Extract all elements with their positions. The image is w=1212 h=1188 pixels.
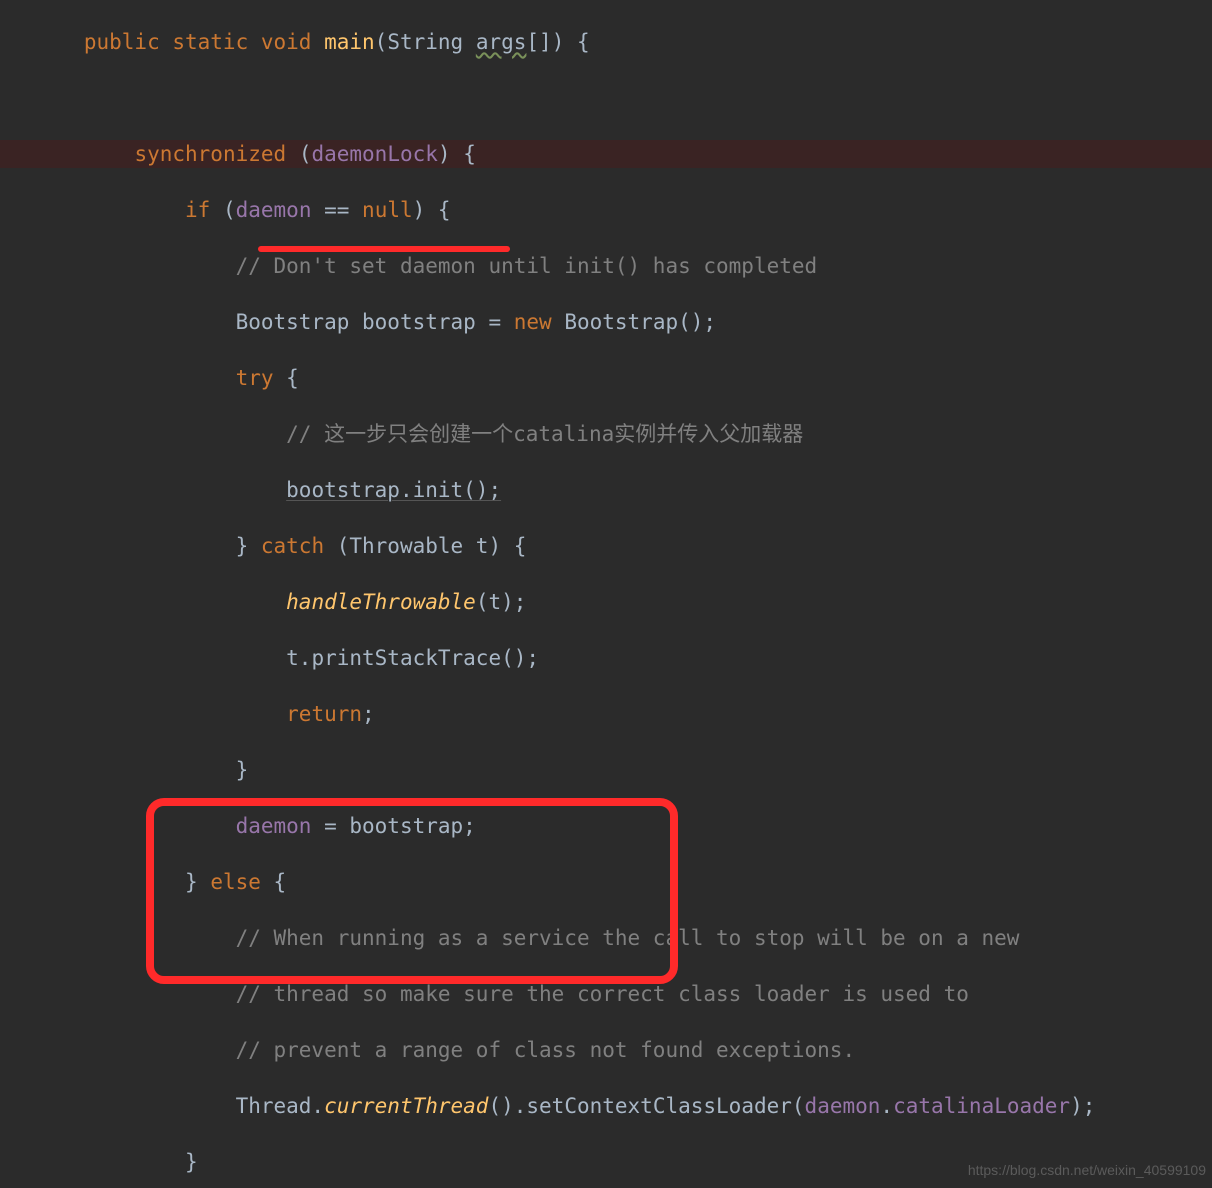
code-line: handleThrowable(t); [0, 588, 1212, 616]
code-line: Bootstrap bootstrap = new Bootstrap(); [0, 308, 1212, 336]
code-line: try { [0, 364, 1212, 392]
code-line: return; [0, 700, 1212, 728]
code-line: // thread so make sure the correct class… [0, 980, 1212, 1008]
red-box-annotation [146, 798, 678, 984]
code-line: if (daemon == null) { [0, 196, 1212, 224]
code-editor[interactable]: public static void main(String args[]) {… [0, 0, 1212, 1188]
code-line: } [0, 756, 1212, 784]
code-line: bootstrap.init(); [0, 476, 1212, 504]
watermark: https://blog.csdn.net/weixin_40599109 [968, 1156, 1206, 1184]
code-line: Thread.currentThread().setContextClassLo… [0, 1092, 1212, 1120]
code-line: } catch (Throwable t) { [0, 532, 1212, 560]
code-line: synchronized (daemonLock) { [0, 140, 1212, 168]
red-underline-annotation [258, 246, 510, 252]
code-line: t.printStackTrace(); [0, 644, 1212, 672]
code-line: // prevent a range of class not found ex… [0, 1036, 1212, 1064]
code-line [0, 84, 1212, 112]
code-line: public static void main(String args[]) { [0, 28, 1212, 56]
code-line: // 这一步只会创建一个catalina实例并传入父加载器 [0, 420, 1212, 448]
code-line: // Don't set daemon until init() has com… [0, 252, 1212, 280]
